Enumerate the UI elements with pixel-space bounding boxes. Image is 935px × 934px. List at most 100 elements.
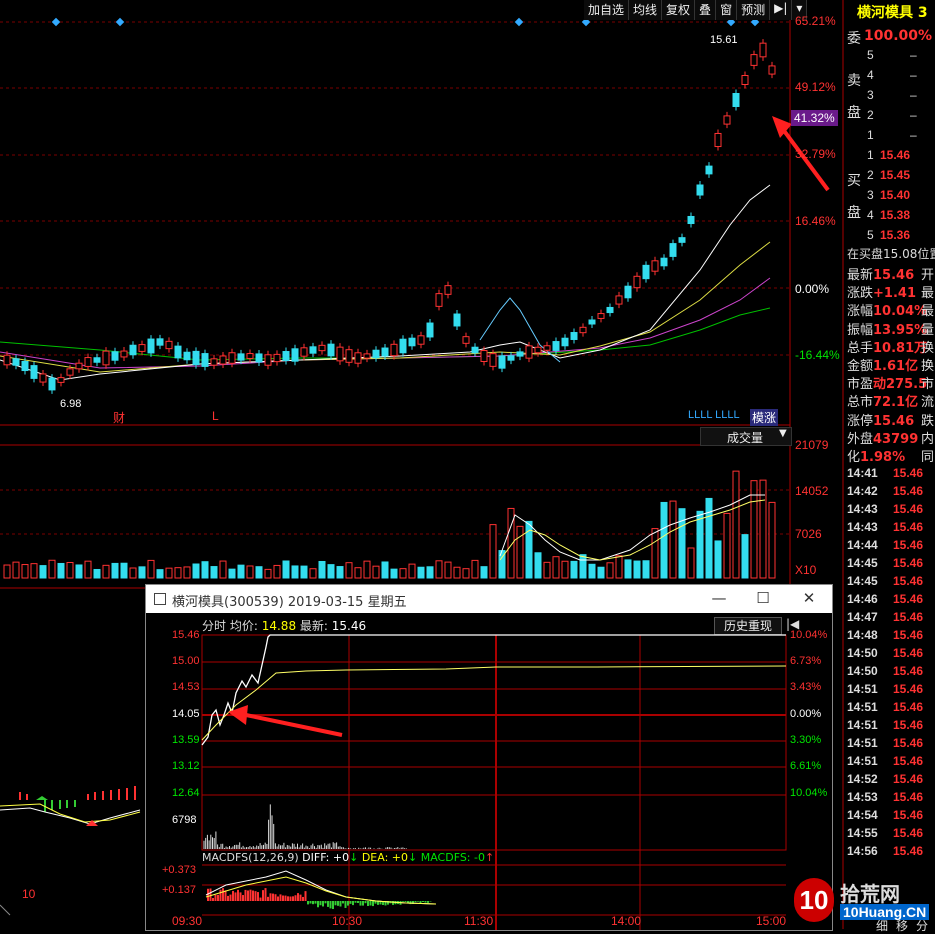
candle xyxy=(435,293,443,307)
volume-bar xyxy=(129,567,137,579)
candle xyxy=(534,346,542,354)
volume-bar xyxy=(273,564,281,579)
pct-axis-label: 49.12% xyxy=(795,80,836,94)
volume-bar xyxy=(228,568,236,579)
stat-row: 最新15.46 开 xyxy=(847,264,934,283)
price-axis-label: 13.59 xyxy=(172,734,200,746)
candle xyxy=(192,350,200,366)
stock-title: 横河模具 3 xyxy=(857,5,928,21)
window-button[interactable]: 窗 xyxy=(716,0,738,20)
tick-price: 15.46 xyxy=(893,754,924,768)
candle xyxy=(246,353,254,359)
volume-indicator-dropdown[interactable]: 成交量 ▼ xyxy=(700,427,792,446)
tick-row: 14:46 15.46 xyxy=(847,592,923,606)
watermark-domain: 10Huang.CN xyxy=(840,904,930,920)
candle xyxy=(138,344,146,352)
candle xyxy=(606,306,614,314)
current-pct-badge: 41.32% xyxy=(791,110,838,126)
watermark-logo-icon: 10 xyxy=(794,878,834,922)
macd-axis-label: +0.373 xyxy=(162,864,196,876)
tick-time: 14:44 xyxy=(847,538,878,552)
stat-tail: 换 xyxy=(921,359,935,374)
jump-end-button[interactable]: ▶| xyxy=(770,0,793,20)
stat-label: 涨停 xyxy=(847,413,874,429)
volume-bar xyxy=(183,566,191,579)
candle xyxy=(579,326,587,334)
tick-price: 15.46 xyxy=(893,520,924,534)
candle xyxy=(291,348,299,362)
price-axis-label: 14.53 xyxy=(172,681,200,693)
tick-time: 14:50 xyxy=(847,664,878,678)
tick-time: 14:41 xyxy=(847,466,878,480)
price-axis-label: 14.05 xyxy=(172,708,200,720)
left-axis-label: 10 xyxy=(22,887,36,901)
stat-value: 1.98% xyxy=(860,450,906,465)
tick-time: 14:51 xyxy=(847,700,878,714)
candle xyxy=(39,373,47,383)
pct-axis-label: 3.43% xyxy=(790,681,822,693)
volume-bar xyxy=(723,512,731,579)
tick-price: 15.46 xyxy=(893,502,924,516)
candle xyxy=(219,355,227,365)
candle xyxy=(147,338,155,354)
ask-level: 2 xyxy=(867,108,874,122)
forecast-button[interactable]: 预测 xyxy=(737,0,771,20)
pct-axis-label: 0.00% xyxy=(790,708,822,720)
tick-row: 14:51 15.46 xyxy=(847,718,923,732)
volume-axis-label: 6798 xyxy=(172,814,197,826)
tick-price: 15.46 xyxy=(893,538,924,552)
candle xyxy=(300,347,308,357)
volume-bar xyxy=(165,567,173,579)
stat-tail: 流 xyxy=(921,395,935,411)
volume-bar xyxy=(354,567,362,579)
stat-row: 金额1.61亿换 xyxy=(847,355,934,374)
volume-bar xyxy=(633,560,641,579)
stat-row: 总手10.81万换 xyxy=(847,337,934,356)
adjust-price-button[interactable]: 复权 xyxy=(662,0,696,20)
tick-time: 14:43 xyxy=(847,502,878,516)
volume-bar xyxy=(318,560,326,579)
ask-price: – xyxy=(910,88,917,102)
candle xyxy=(597,313,605,319)
high-price-label: 15.61 xyxy=(710,34,738,46)
candle xyxy=(408,337,416,347)
stat-label: 涨跌 xyxy=(847,286,874,302)
candle xyxy=(633,275,641,289)
macd-axis-label: +0.137 xyxy=(162,884,196,896)
volume-bar xyxy=(201,561,209,579)
stat-row: 外盘43799 内 xyxy=(847,428,934,447)
stat-label: 振幅 xyxy=(847,322,874,338)
ask-level: 4 xyxy=(867,68,874,82)
stat-label: 总市 xyxy=(847,395,874,411)
volume-bar xyxy=(714,540,722,579)
candle xyxy=(588,319,596,325)
bid-price: 15.46 xyxy=(880,148,911,162)
add-watchlist-button[interactable]: 加自选 xyxy=(584,0,630,20)
bid-price: 15.45 xyxy=(880,168,911,182)
tick-price: 15.46 xyxy=(893,592,924,606)
candle xyxy=(687,215,695,225)
tick-time: 14:45 xyxy=(847,556,878,570)
tick-row: 14:51 15.46 xyxy=(847,682,923,696)
volume-bar xyxy=(255,566,263,579)
pct-axis-label: 65.21% xyxy=(795,14,836,28)
macd-title: MACDFS(12,26,9) xyxy=(202,851,299,864)
moving-average-button[interactable]: 均线 xyxy=(629,0,663,20)
stat-tail: 最 xyxy=(921,286,935,302)
stat-label: 外盘 xyxy=(847,431,874,447)
candle xyxy=(678,237,686,243)
tick-time: 14:52 xyxy=(847,772,878,786)
tick-time: 14:51 xyxy=(847,718,878,732)
volume-bar xyxy=(444,561,452,579)
volume-bar xyxy=(534,552,542,579)
volume-bar xyxy=(624,559,632,579)
volume-bar xyxy=(102,564,110,579)
tick-price: 15.46 xyxy=(893,736,924,750)
stat-value: 15.46 xyxy=(873,413,915,429)
volume-bar xyxy=(705,497,713,579)
candle xyxy=(21,360,29,372)
tick-row: 14:50 15.46 xyxy=(847,646,923,660)
stat-tail: 换 xyxy=(921,340,935,356)
candle xyxy=(543,345,551,351)
overlay-button[interactable]: 叠 xyxy=(695,0,717,20)
